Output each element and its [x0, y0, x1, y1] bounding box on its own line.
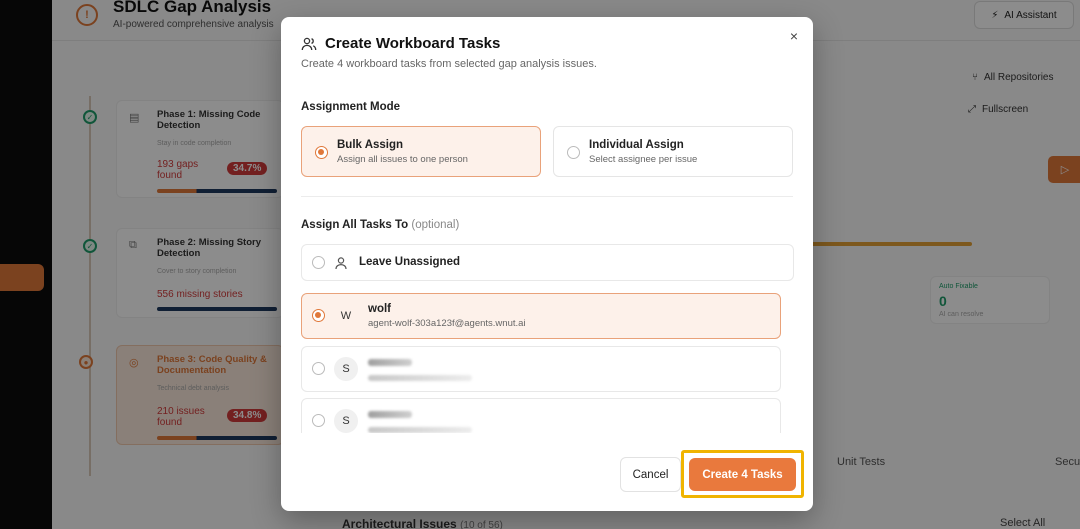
assignee-name-redacted — [368, 359, 412, 366]
assign-all-label: Assign All Tasks To (optional) — [301, 219, 459, 231]
assignee-item[interactable]: S — [301, 346, 781, 392]
create-tasks-modal: Create Workboard Tasks Create 4 workboar… — [281, 17, 813, 511]
assignee-radio[interactable] — [312, 362, 325, 375]
person-icon — [335, 257, 347, 270]
bulk-assign-radio[interactable] — [315, 146, 328, 159]
assignee-email: agent-wolf-303a123f@agents.wnut.ai — [368, 318, 526, 329]
individual-assign-radio[interactable] — [567, 146, 580, 159]
cancel-button[interactable]: Cancel — [620, 457, 681, 492]
optional-hint: (optional) — [411, 219, 460, 231]
assignee-radio[interactable] — [312, 309, 325, 322]
assignee-email-redacted — [368, 427, 472, 433]
mode-desc: Select assignee per issue — [589, 154, 698, 165]
section-divider — [301, 196, 793, 197]
assignee-email-redacted — [368, 375, 472, 381]
assign-all-label-text: Assign All Tasks To — [301, 219, 409, 231]
leave-unassigned-option[interactable]: Leave Unassigned — [301, 244, 794, 281]
avatar: W — [340, 310, 352, 322]
unassigned-label: Leave Unassigned — [359, 256, 460, 268]
assignee-item[interactable]: S — [301, 398, 781, 433]
assignee-list[interactable]: Leave Unassigned W wolf agent-wolf-303a1… — [281, 241, 813, 433]
individual-assign-option[interactable]: Individual Assign Select assignee per is… — [553, 126, 793, 177]
assignee-radio[interactable] — [312, 414, 325, 427]
bulk-assign-option[interactable]: Bulk Assign Assign all issues to one per… — [301, 126, 541, 177]
assignee-name: wolf — [368, 303, 391, 315]
modal-subtitle: Create 4 workboard tasks from selected g… — [301, 58, 597, 70]
mode-desc: Assign all issues to one person — [337, 154, 468, 165]
modal-title: Create Workboard Tasks — [301, 35, 500, 52]
create-tasks-button[interactable]: Create 4 Tasks — [689, 458, 796, 491]
users-icon — [301, 37, 317, 50]
avatar: S — [334, 409, 358, 433]
modal-title-text: Create Workboard Tasks — [325, 35, 501, 52]
mode-title: Bulk Assign — [337, 139, 404, 151]
assignee-name-redacted — [368, 411, 412, 418]
avatar: S — [334, 357, 358, 381]
assignment-mode-label: Assignment Mode — [301, 101, 401, 113]
mode-title: Individual Assign — [589, 139, 684, 151]
leave-unassigned-radio[interactable] — [312, 256, 325, 269]
assignee-item-wolf[interactable]: W wolf agent-wolf-303a123f@agents.wnut.a… — [301, 293, 781, 339]
close-icon[interactable]: × — [785, 27, 803, 45]
